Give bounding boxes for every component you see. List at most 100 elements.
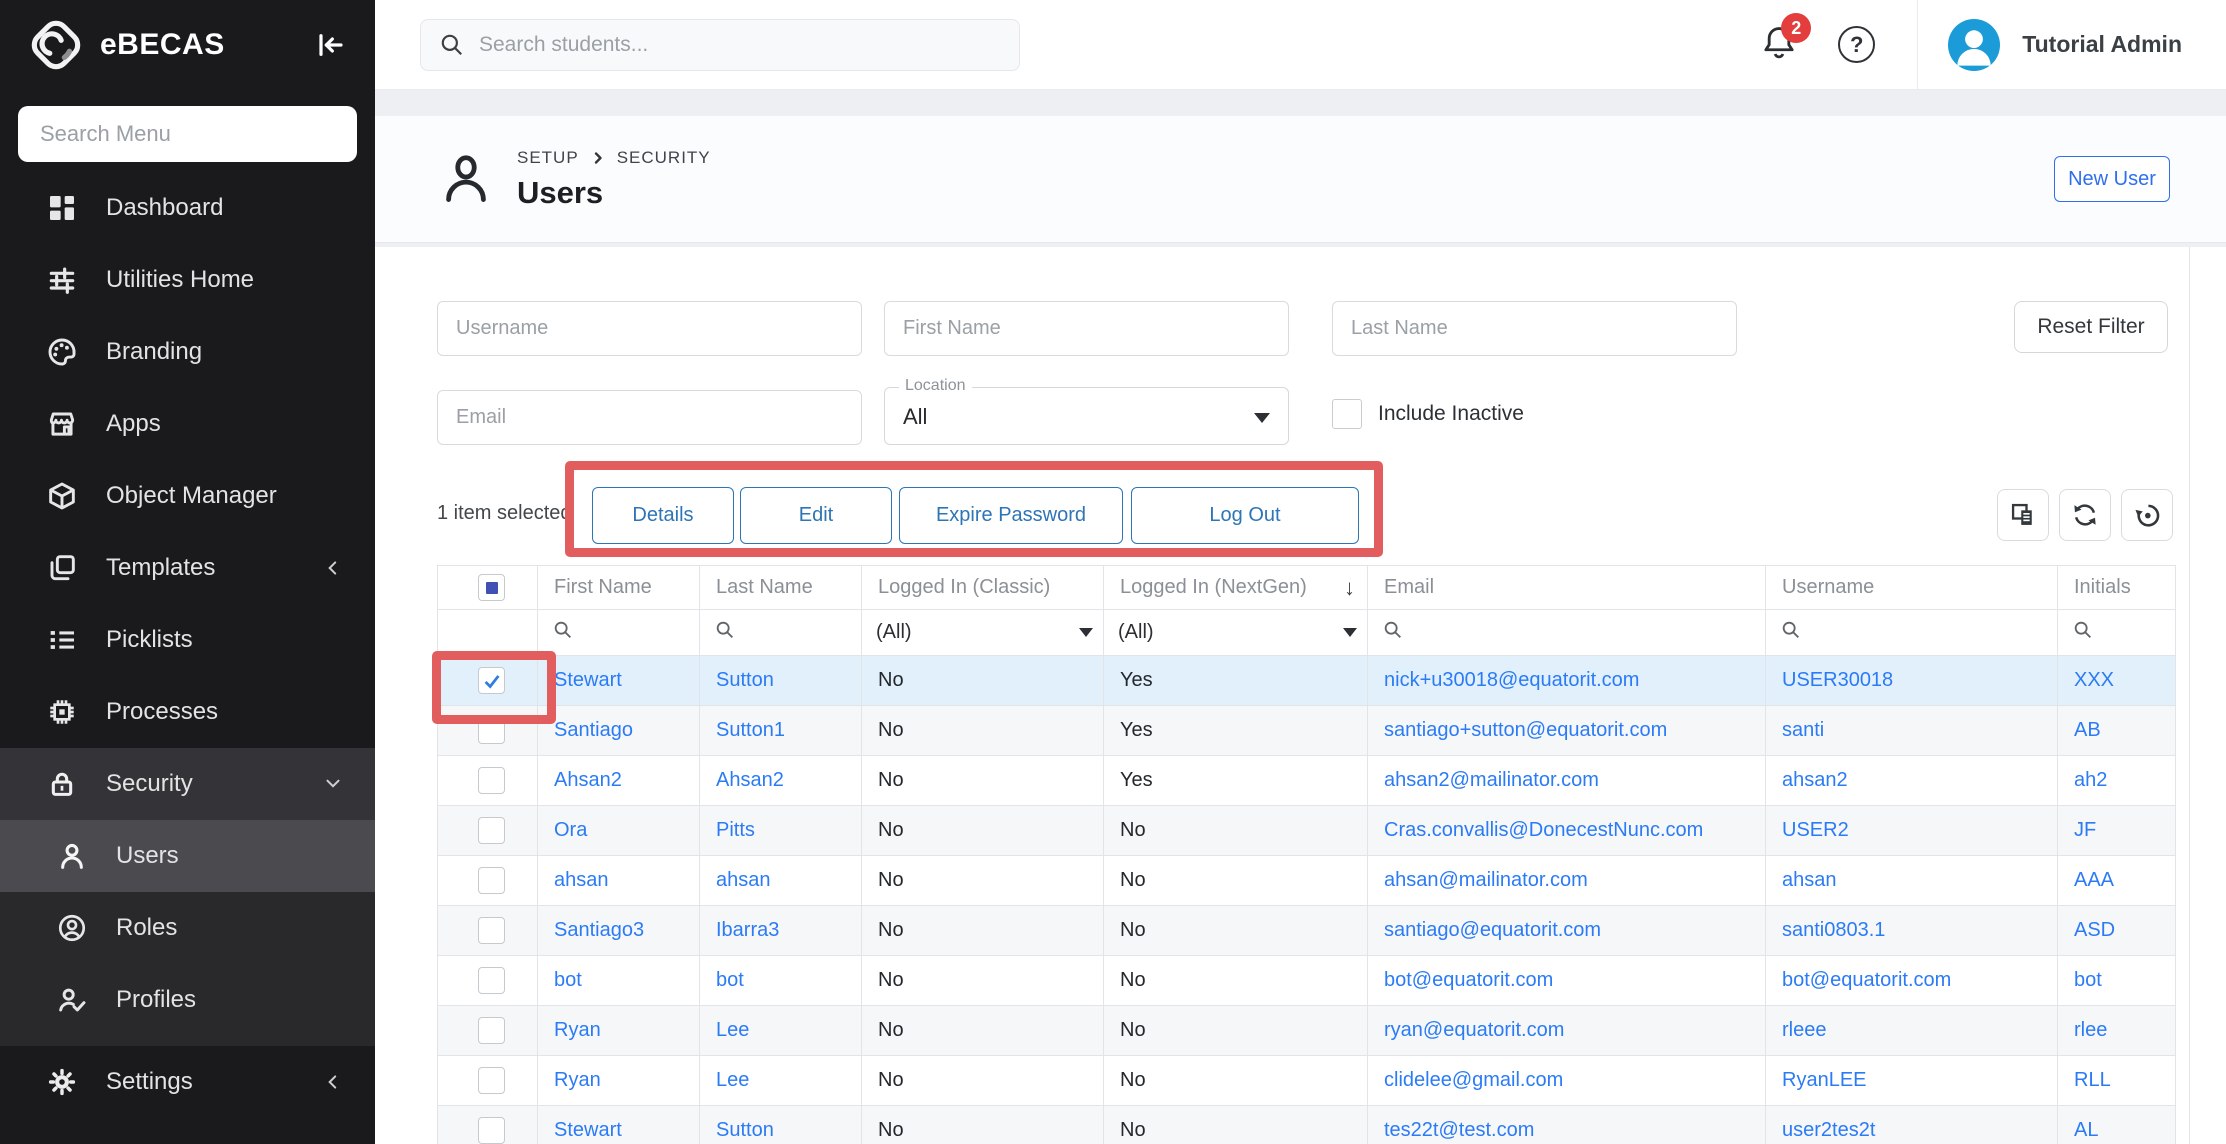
sidebar-item-apps[interactable]: Apps (0, 388, 375, 460)
cell-initials[interactable]: XXX (2058, 656, 2176, 706)
column-header-username[interactable]: Username (1766, 566, 2058, 610)
select-all-checkbox[interactable] (478, 574, 505, 601)
cell-username[interactable]: santi (1766, 706, 2058, 756)
cell-email[interactable]: santiago@equatorit.com (1368, 906, 1766, 956)
cell-initials[interactable]: bot (2058, 956, 2176, 1006)
cell-last[interactable]: Sutton (700, 1106, 862, 1144)
cell-username[interactable]: santi0803.1 (1766, 906, 2058, 956)
row-checkbox[interactable] (478, 1067, 505, 1094)
help-button[interactable]: ? (1838, 26, 1875, 63)
table-row[interactable]: Ahsan2Ahsan2NoYesahsan2@mailinator.comah… (438, 756, 2176, 806)
cell-first[interactable]: Santiago (538, 706, 700, 756)
table-row[interactable]: SantiagoSutton1NoYessantiago+sutton@equa… (438, 706, 2176, 756)
filter-cell-nextgen[interactable]: (All) (1104, 610, 1368, 656)
filter-cell-last-name[interactable] (700, 610, 862, 656)
breadcrumb-security[interactable]: SECURITY (617, 148, 711, 168)
cell-initials[interactable]: JF (2058, 806, 2176, 856)
user-name[interactable]: Tutorial Admin (2022, 31, 2182, 58)
cell-first[interactable]: Ahsan2 (538, 756, 700, 806)
column-header-last-name[interactable]: Last Name (700, 566, 862, 610)
cell-username[interactable]: RyanLEE (1766, 1056, 2058, 1106)
notifications-button[interactable]: 2 (1760, 23, 1798, 66)
cell-username[interactable]: ahsan (1766, 856, 2058, 906)
history-button[interactable] (2121, 489, 2173, 541)
select-all-header[interactable] (438, 566, 538, 610)
cell-last[interactable]: Sutton (700, 656, 862, 706)
cell-initials[interactable]: RLL (2058, 1056, 2176, 1106)
details-button[interactable]: Details (592, 487, 734, 544)
row-checkbox[interactable] (478, 767, 505, 794)
row-checkbox[interactable] (478, 917, 505, 944)
row-checkbox[interactable] (478, 1117, 505, 1144)
filter-cell-first-name[interactable] (538, 610, 700, 656)
table-row[interactable]: RyanLeeNoNoryan@equatorit.comrleeerlee (438, 1006, 2176, 1056)
cell-last[interactable]: Ahsan2 (700, 756, 862, 806)
column-header-logged-in-classic[interactable]: Logged In (Classic) (862, 566, 1104, 610)
cell-initials[interactable]: rlee (2058, 1006, 2176, 1056)
cell-email[interactable]: santiago+sutton@equatorit.com (1368, 706, 1766, 756)
table-row[interactable]: ahsanahsanNoNoahsan@mailinator.comahsanA… (438, 856, 2176, 906)
location-select[interactable]: Location All (884, 387, 1289, 445)
cell-initials[interactable]: AB (2058, 706, 2176, 756)
filter-username-input[interactable] (437, 301, 862, 356)
cell-email[interactable]: ahsan@mailinator.com (1368, 856, 1766, 906)
row-checkbox[interactable] (478, 1017, 505, 1044)
cell-email[interactable]: tes22t@test.com (1368, 1106, 1766, 1144)
column-header-first-name[interactable]: First Name (538, 566, 700, 610)
cell-email[interactable]: clidelee@gmail.com (1368, 1056, 1766, 1106)
cell-email[interactable]: ahsan2@mailinator.com (1368, 756, 1766, 806)
cell-last[interactable]: Ibarra3 (700, 906, 862, 956)
row-checkbox[interactable] (478, 817, 505, 844)
column-header-logged-in-nextgen[interactable]: Logged In (NextGen)↓ (1104, 566, 1368, 610)
table-row[interactable]: botbotNoNobot@equatorit.combot@equatorit… (438, 956, 2176, 1006)
sidebar-item-branding[interactable]: Branding (0, 316, 375, 388)
row-checkbox[interactable] (478, 717, 505, 744)
sidebar-collapse-icon[interactable] (313, 28, 347, 62)
cell-email[interactable]: Cras.convallis@DonecestNunc.com (1368, 806, 1766, 856)
row-checkbox[interactable] (478, 967, 505, 994)
student-search-input[interactable] (479, 33, 1001, 57)
table-row[interactable]: StewartSuttonNoYesnick+u30018@equatorit.… (438, 656, 2176, 706)
cell-email[interactable]: bot@equatorit.com (1368, 956, 1766, 1006)
filter-cell-email[interactable] (1368, 610, 1766, 656)
cell-initials[interactable]: ASD (2058, 906, 2176, 956)
cell-username[interactable]: rleee (1766, 1006, 2058, 1056)
table-row[interactable]: OraPittsNoNoCras.convallis@DonecestNunc.… (438, 806, 2176, 856)
cell-first[interactable]: Ryan (538, 1006, 700, 1056)
sidebar-search-input[interactable] (18, 106, 357, 162)
filter-cell-initials[interactable] (2058, 610, 2176, 656)
cell-first[interactable]: bot (538, 956, 700, 1006)
cell-initials[interactable]: AAA (2058, 856, 2176, 906)
cell-last[interactable]: bot (700, 956, 862, 1006)
sidebar-item-security[interactable]: Security (0, 748, 375, 820)
row-checkbox[interactable] (478, 867, 505, 894)
sidebar-item-utilities-home[interactable]: Utilities Home (0, 244, 375, 316)
cell-last[interactable]: Pitts (700, 806, 862, 856)
sidebar-item-settings[interactable]: Settings (0, 1046, 375, 1118)
sidebar-item-dashboard[interactable]: Dashboard (0, 172, 375, 244)
cell-first[interactable]: Santiago3 (538, 906, 700, 956)
breadcrumb-setup[interactable]: SETUP (517, 148, 579, 168)
new-user-button[interactable]: New User (2054, 156, 2170, 202)
cell-last[interactable]: Lee (700, 1056, 862, 1106)
cell-first[interactable]: ahsan (538, 856, 700, 906)
sidebar-item-processes[interactable]: Processes (0, 676, 375, 748)
filter-last-name-input[interactable] (1332, 301, 1737, 356)
export-columns-button[interactable] (1997, 489, 2049, 541)
cell-last[interactable]: Lee (700, 1006, 862, 1056)
table-row[interactable]: Santiago3Ibarra3NoNosantiago@equatorit.c… (438, 906, 2176, 956)
expire-password-button[interactable]: Expire Password (899, 487, 1123, 544)
cell-first[interactable]: Ora (538, 806, 700, 856)
filter-email-input[interactable] (437, 390, 862, 445)
cell-last[interactable]: ahsan (700, 856, 862, 906)
cell-username[interactable]: ahsan2 (1766, 756, 2058, 806)
cell-email[interactable]: nick+u30018@equatorit.com (1368, 656, 1766, 706)
cell-initials[interactable]: ah2 (2058, 756, 2176, 806)
cell-username[interactable]: bot@equatorit.com (1766, 956, 2058, 1006)
refresh-button[interactable] (2059, 489, 2111, 541)
sidebar-item-profiles[interactable]: Profiles (0, 964, 375, 1036)
log-out-button[interactable]: Log Out (1131, 487, 1359, 544)
sidebar-item-picklists[interactable]: Picklists (0, 604, 375, 676)
filter-cell-username[interactable] (1766, 610, 2058, 656)
edit-button[interactable]: Edit (740, 487, 892, 544)
